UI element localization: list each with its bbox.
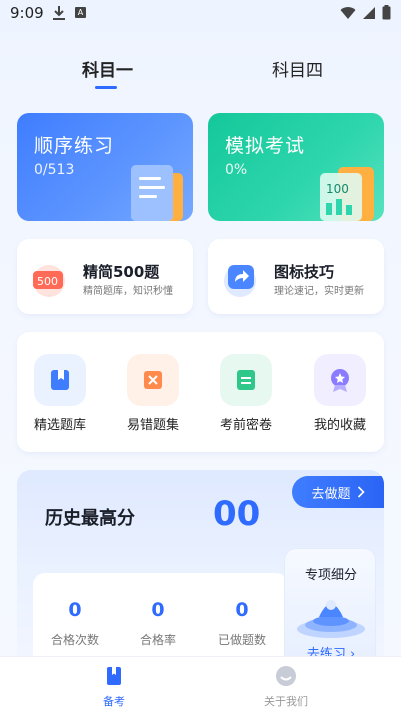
quick-action-favorites[interactable]: 我的收藏 [305,354,375,433]
stat-pass-count: 0 合格次数 [35,599,115,648]
go-practice-label: 去做题 [311,486,351,502]
stat-done-count: 0 已做题数 [202,599,282,648]
score-paper-text: 100 [326,182,349,196]
wifi-icon [340,6,356,19]
history-score-title: 历史最高分 [45,508,135,529]
mock-exam-progress: 0% [225,162,248,178]
quick-action-wrong-set[interactable]: 易错题集 [118,354,188,433]
icon-skills-title: 图标技巧 [274,263,335,281]
smile-icon [276,666,296,686]
wrong-note-icon [127,354,179,406]
platform-illustration-icon [297,600,365,638]
icon-skills-card[interactable]: 图标技巧 理论速记，实时更新 [208,239,384,314]
share-arrow-icon [224,265,256,297]
bookmark-book-icon [34,354,86,406]
stat-label: 合格率 [139,633,176,647]
exam-paper-icon [220,354,272,406]
nav-about-label: 关于我们 [264,695,308,708]
special-practice-card[interactable]: 专项细分 去练习 › [284,548,376,670]
quick-action-label: 考前密卷 [219,418,272,433]
status-icons [340,5,391,20]
quick-actions-panel: 精选题库 易错题集 考前密卷 我的收藏 [17,332,384,452]
sequential-practice-progress: 0/513 [34,162,75,178]
stat-value: 0 [235,599,249,621]
notification-a-icon: A [75,7,86,18]
quick-action-label: 精选题库 [33,418,86,433]
download-icon [53,6,65,20]
chevron-right-icon [357,486,365,498]
quick-action-label: 易错题集 [126,418,179,433]
stat-value: 0 [151,599,165,621]
special-practice-title: 专项细分 [304,568,357,583]
book-icon [107,667,121,685]
selected-500-card[interactable]: 500 精简500题 精简题库，知识秒懂 [17,239,193,314]
icon-skills-subtitle: 理论速记，实时更新 [274,286,364,297]
quick-action-exam-paper[interactable]: 考前密卷 [211,354,281,433]
sequential-practice-card[interactable]: 顺序练习 0/513 [17,113,193,221]
active-tab-indicator [95,86,117,89]
mock-exam-title: 模拟考试 [225,135,306,157]
stat-value: 0 [68,599,82,621]
stat-pass-rate: 0 合格率 [118,599,198,648]
tab-subject-one[interactable]: 科目一 [82,56,133,81]
nav-about[interactable]: 关于我们 [246,665,326,709]
go-practice-button[interactable]: 去做题 [292,476,384,508]
signal-icon [363,6,375,19]
quick-action-selected-bank[interactable]: 精选题库 [25,354,95,433]
status-bar: 9:09 A [0,0,401,28]
nav-prepare[interactable]: 备考 [74,665,154,709]
selected-500-subtitle: 精简题库，知识秒懂 [83,286,173,297]
quick-action-label: 我的收藏 [313,418,366,433]
favorite-badge-icon [314,354,366,406]
mock-exam-card[interactable]: 模拟考试 0% 100 [208,113,384,221]
subject-tabs: 科目一 科目四 [0,56,401,96]
history-score-value: 00 [213,494,261,534]
stat-label: 合格次数 [50,633,99,647]
score-paper-icon: 100 [320,167,374,221]
status-time: 9:09 [10,4,44,22]
battery-icon [382,5,391,20]
selected-500-title: 精简500题 [83,263,160,281]
badge-500-text: 500 [37,275,58,288]
document-stack-icon [131,165,183,221]
tab-subject-four[interactable]: 科目四 [272,56,323,81]
sequential-practice-title: 顺序练习 [34,135,115,157]
nav-prepare-label: 备考 [103,695,125,708]
stat-label: 已做题数 [217,633,266,647]
badge-500-icon: 500 [33,265,65,297]
bottom-navigation: 备考 关于我们 [0,656,401,714]
